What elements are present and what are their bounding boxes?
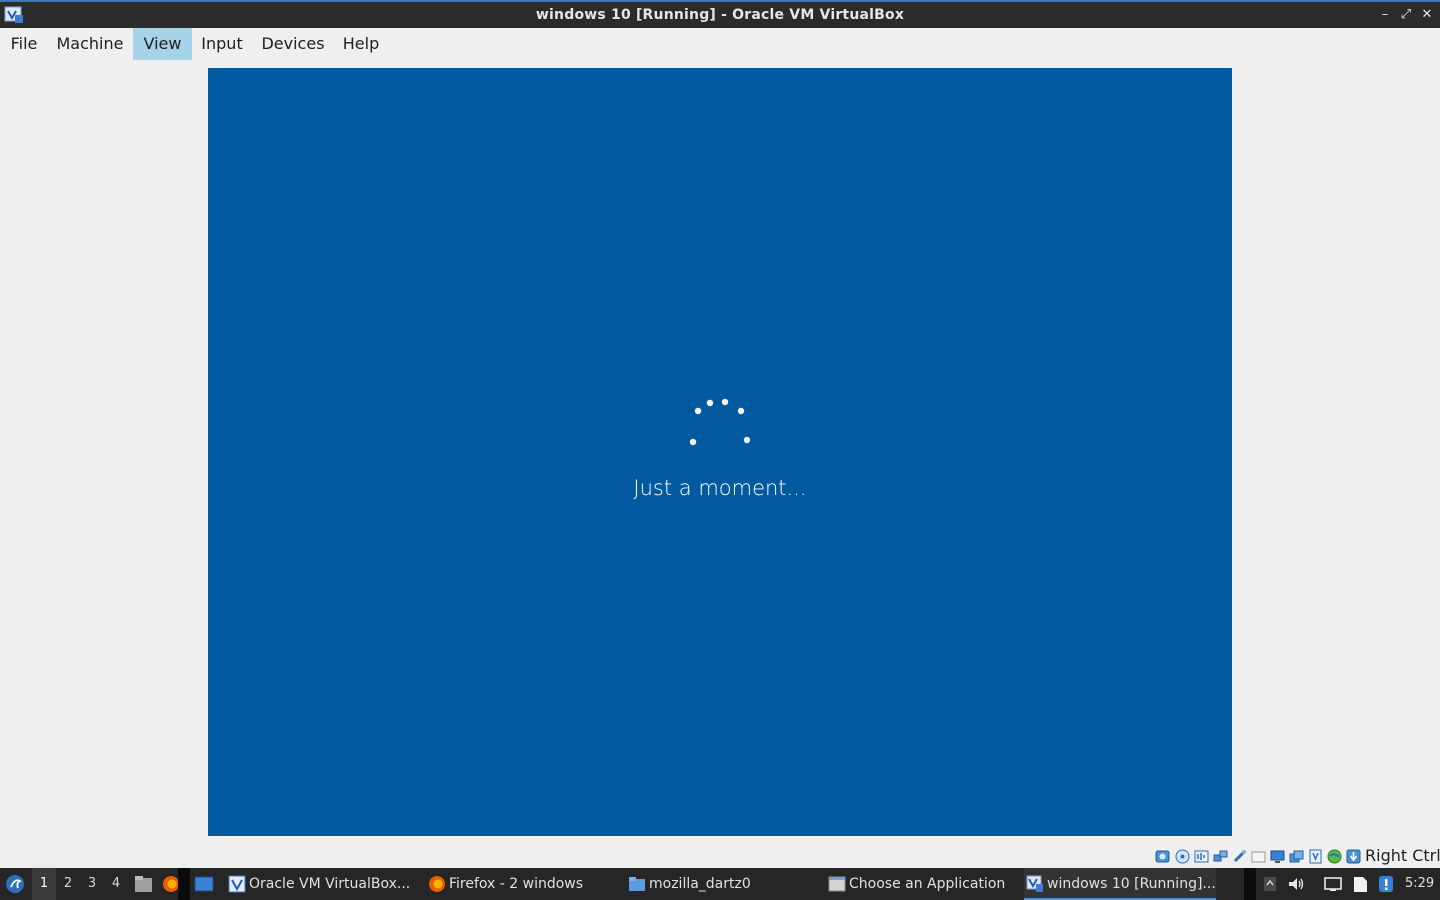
start-menu-icon[interactable] <box>5 874 25 894</box>
display-icon[interactable] <box>1270 849 1285 864</box>
task-label: Oracle VM VirtualBox... <box>249 876 411 892</box>
taskbar-separator <box>178 868 190 900</box>
vm-display[interactable]: Just a moment... <box>208 68 1232 836</box>
taskbar-separator <box>1244 868 1256 900</box>
taskbar-clock[interactable]: 5:29 <box>1405 876 1434 891</box>
file-manager-launcher-icon[interactable] <box>134 875 153 893</box>
menu-devices[interactable]: Devices <box>256 28 330 60</box>
close-button[interactable]: ✕ <box>1419 6 1435 24</box>
maximize-button[interactable]: ⤢ <box>1398 6 1414 24</box>
mouse-integration-icon[interactable] <box>1346 849 1361 864</box>
show-desktop-icon[interactable] <box>194 875 214 893</box>
host-key-label[interactable]: Right Ctrl <box>1365 846 1440 865</box>
window-titlebar: windows 10 [Running] - Oracle VM Virtual… <box>0 0 1440 28</box>
task-choose-application[interactable]: Choose an Application <box>826 868 1020 900</box>
workspace-3[interactable]: 3 <box>80 868 104 900</box>
minimize-button[interactable]: – <box>1377 6 1393 24</box>
loading-spinner-icon <box>689 398 751 446</box>
usb-icon[interactable] <box>1232 849 1247 864</box>
clipboard-icon[interactable] <box>1350 874 1370 894</box>
task-firefox[interactable]: Firefox - 2 windows <box>426 868 620 900</box>
volume-icon[interactable] <box>1286 874 1306 894</box>
task-virtualbox-manager[interactable]: Oracle VM VirtualBox... <box>226 868 420 900</box>
shared-folders-icon[interactable] <box>1251 849 1266 864</box>
vm-status-message: Just a moment... <box>633 476 807 500</box>
recording-icon[interactable] <box>1308 849 1323 864</box>
window-icon <box>828 876 846 892</box>
network-tray-icon[interactable] <box>1323 874 1343 894</box>
workspace-2[interactable]: 2 <box>56 868 80 900</box>
task-label: windows 10 [Running]... <box>1047 876 1216 892</box>
virtualbox-icon <box>228 875 246 893</box>
menu-file[interactable]: File <box>4 28 44 60</box>
menu-machine[interactable]: Machine <box>52 28 128 60</box>
task-windows10-vm[interactable]: windows 10 [Running]... <box>1024 868 1216 900</box>
audio-icon[interactable] <box>1194 849 1209 864</box>
guest-additions-icon[interactable] <box>1327 849 1342 864</box>
video-capture-icon[interactable] <box>1289 849 1304 864</box>
network-icon[interactable] <box>1213 849 1228 864</box>
update-notifier-icon[interactable] <box>1376 874 1396 894</box>
optical-drive-icon[interactable] <box>1175 849 1190 864</box>
menu-view[interactable]: View <box>133 28 192 60</box>
menu-help[interactable]: Help <box>337 28 385 60</box>
folder-icon <box>629 877 645 891</box>
task-folder[interactable]: mozilla_dartz0 <box>626 868 820 900</box>
workspace-4[interactable]: 4 <box>104 868 128 900</box>
menu-input[interactable]: Input <box>196 28 248 60</box>
task-label: mozilla_dartz0 <box>649 876 751 892</box>
vm-status-bar: Right Ctrl <box>0 842 1440 868</box>
task-label: Choose an Application <box>849 876 1006 892</box>
tray-expand-icon[interactable] <box>1260 874 1280 894</box>
system-taskbar: 1 2 3 4 Oracle VM VirtualBox... Firefox … <box>0 868 1440 900</box>
window-title: windows 10 [Running] - Oracle VM Virtual… <box>535 7 905 23</box>
hard-disk-icon[interactable] <box>1155 849 1170 864</box>
task-label: Firefox - 2 windows <box>449 876 584 892</box>
workspace-1[interactable]: 1 <box>32 868 56 900</box>
menu-bar: File Machine View Input Devices Help <box>0 28 1440 60</box>
firefox-icon <box>429 876 445 892</box>
virtualbox-vm-icon <box>1026 875 1043 892</box>
